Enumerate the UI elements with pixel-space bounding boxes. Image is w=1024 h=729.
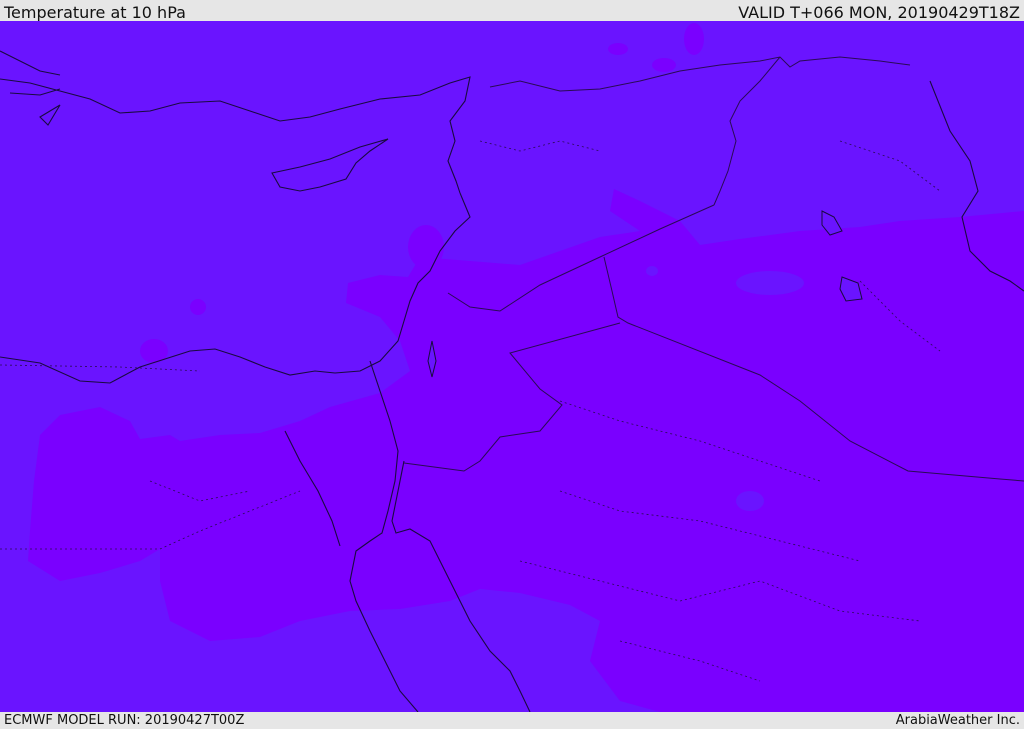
cool-patch-jordan <box>646 266 658 276</box>
map-title: Temperature at 10 hPa <box>4 3 186 22</box>
warm-spot-north3 <box>608 43 628 55</box>
warm-spot-north <box>684 23 704 55</box>
footer-bar: ECMWF MODEL RUN: 20190427T00Z ArabiaWeat… <box>0 712 1024 729</box>
warm-spot-lebanon <box>408 225 444 269</box>
credit-label: ArabiaWeather Inc. <box>895 713 1020 728</box>
map-canvas <box>0 21 1024 712</box>
warm-spot-med <box>190 299 206 315</box>
model-run-label: ECMWF MODEL RUN: 20190427T00Z <box>4 713 245 728</box>
cool-patch-arabia <box>736 491 764 511</box>
weather-map[interactable] <box>0 21 1024 712</box>
cool-patch-iraq <box>736 271 804 295</box>
header-bar: Temperature at 10 hPa VALID T+066 MON, 2… <box>0 0 1024 22</box>
warm-spot-north2 <box>652 58 676 72</box>
valid-time-label: VALID T+066 MON, 20190429T18Z <box>738 3 1020 22</box>
